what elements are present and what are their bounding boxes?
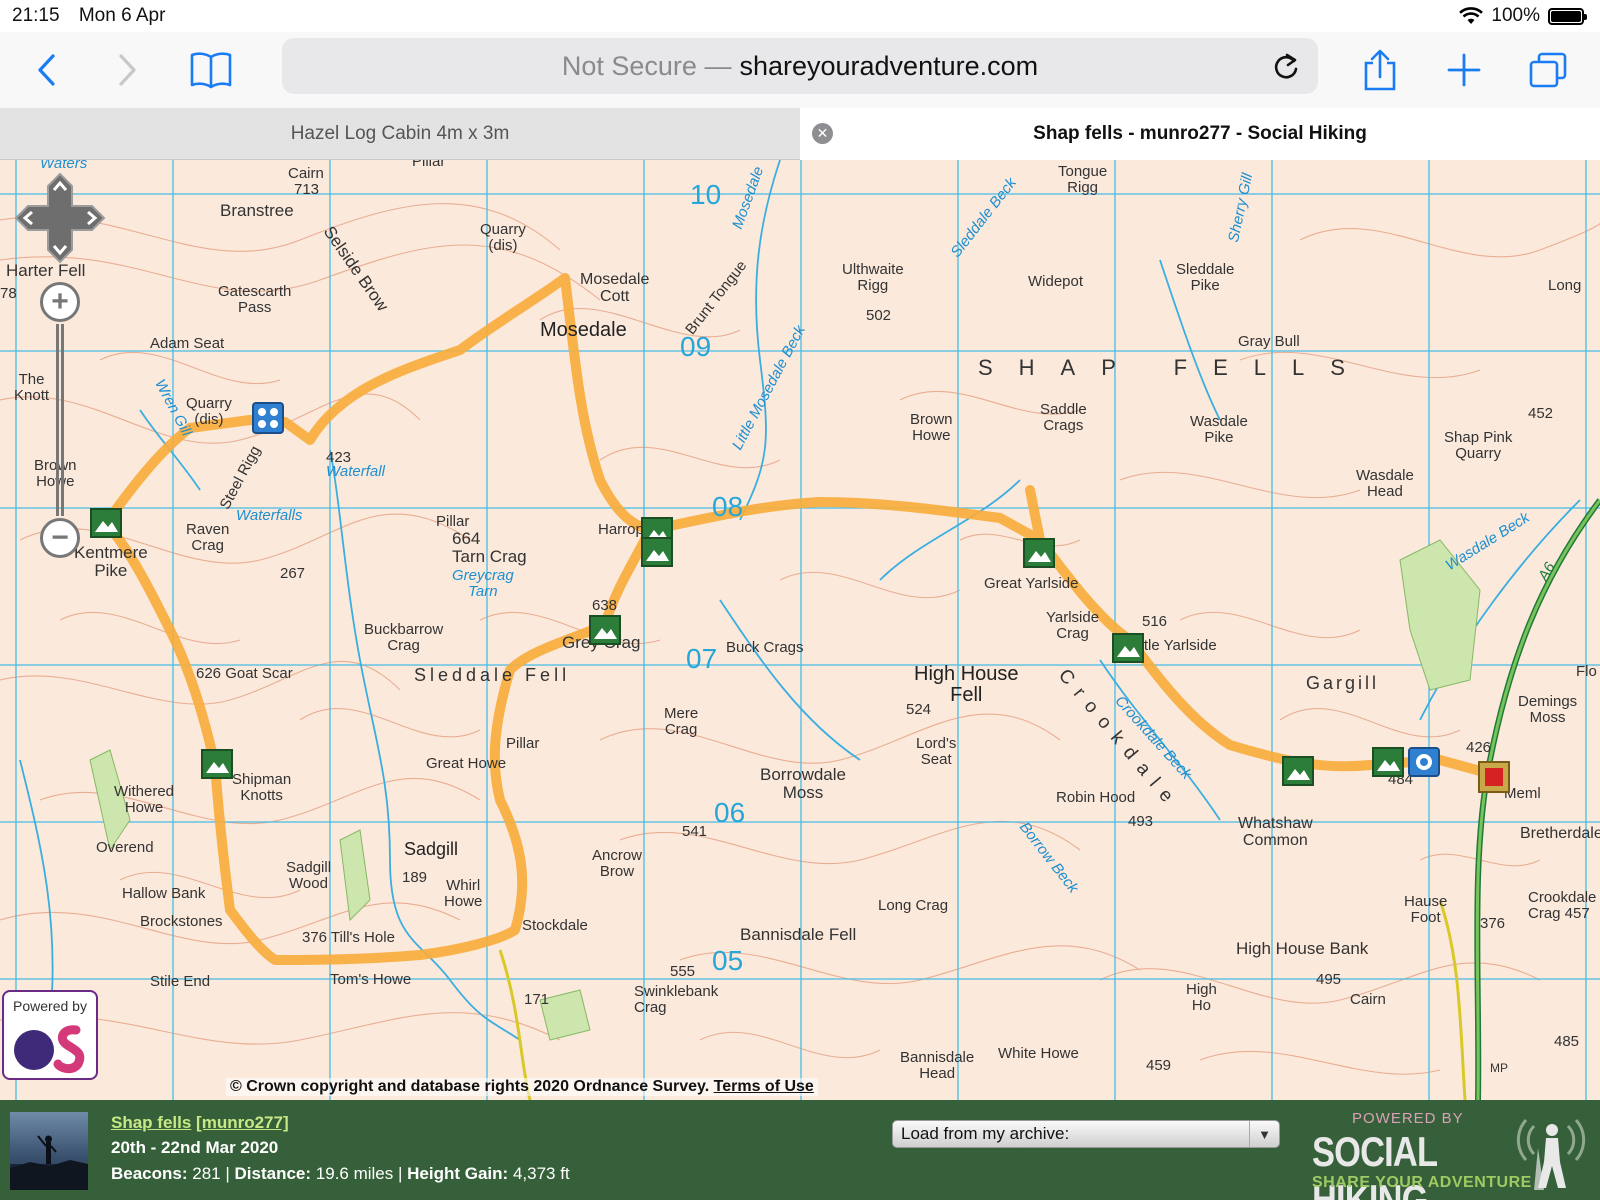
tab-hazel-log-cabin[interactable]: Hazel Log Cabin 4m x 3m bbox=[0, 108, 800, 160]
book-icon bbox=[190, 52, 232, 89]
trip-thumbnail[interactable] bbox=[10, 1112, 88, 1190]
not-secure-label: Not Secure — bbox=[561, 50, 732, 81]
battery-icon bbox=[1548, 7, 1587, 25]
trip-dates: 20th - 22nd Mar 2020 bbox=[111, 1138, 279, 1157]
beacon-marker[interactable] bbox=[201, 749, 233, 779]
zoom-out-button[interactable]: − bbox=[40, 518, 80, 558]
tab-shap-fells[interactable]: ✕ Shap fells - munro277 - Social Hiking bbox=[800, 108, 1600, 160]
copyright-text: © Crown copyright and database rights 20… bbox=[230, 1078, 710, 1095]
reload-button[interactable] bbox=[1266, 46, 1306, 86]
height-gain-value: 4,373 ft bbox=[512, 1164, 570, 1183]
map-copyright: © Crown copyright and database rights 20… bbox=[226, 1078, 818, 1096]
beacons-label: Beacons: bbox=[111, 1164, 188, 1183]
dropdown-arrow-icon: ▼ bbox=[1249, 1121, 1279, 1147]
beacon-marker[interactable] bbox=[1282, 756, 1314, 786]
zoom-in-button[interactable]: + bbox=[40, 282, 80, 322]
address-domain: shareyouradventure.com bbox=[739, 50, 1039, 81]
os-logo[interactable]: Powered by bbox=[2, 990, 98, 1080]
wifi-icon bbox=[1459, 7, 1484, 24]
beacons-value: 281 bbox=[192, 1164, 221, 1183]
logo-powered-by: POWERED BY bbox=[1352, 1110, 1464, 1127]
plus-icon: + bbox=[51, 285, 69, 318]
beacon-marker[interactable] bbox=[641, 537, 673, 567]
distance-value: 19.6 miles bbox=[315, 1164, 394, 1183]
beacon-marker[interactable] bbox=[90, 508, 122, 538]
battery-percent: 100% bbox=[1491, 5, 1540, 26]
archive-select-value: Load from my archive: bbox=[901, 1124, 1070, 1143]
beacon-marker[interactable] bbox=[1478, 761, 1510, 793]
logo-tagline: SHARE YOUR ADVENTURE bbox=[1312, 1174, 1532, 1191]
load-archive-select[interactable]: Load from my archive: ▼ bbox=[892, 1120, 1280, 1148]
zoom-slider[interactable] bbox=[56, 324, 64, 516]
tab-bar: Hazel Log Cabin 4m x 3m ✕ Shap fells - m… bbox=[0, 108, 1600, 160]
hiker-signal-icon bbox=[1516, 1119, 1586, 1190]
trip-stats: Beacons: 281 | Distance: 19.6 miles | He… bbox=[111, 1164, 570, 1183]
status-date: Mon 6 Apr bbox=[78, 5, 166, 26]
hiker-photo-icon bbox=[10, 1135, 88, 1190]
social-hiking-logo[interactable]: POWERED BY SOCIAL HIKING SHARE YOUR ADVE… bbox=[1310, 1108, 1590, 1200]
reload-icon bbox=[1274, 53, 1298, 79]
height-gain-label: Height Gain: bbox=[407, 1164, 509, 1183]
tabs-overview-button[interactable] bbox=[1518, 40, 1578, 100]
beacon-marker[interactable] bbox=[252, 402, 284, 434]
tab-title: Shap fells - munro277 - Social Hiking bbox=[1033, 123, 1367, 144]
status-time: 21:15 bbox=[12, 5, 60, 26]
close-icon: ✕ bbox=[816, 125, 829, 141]
trip-title: Shap fells [munro277] bbox=[111, 1113, 289, 1133]
back-button[interactable] bbox=[16, 40, 76, 100]
beacon-marker[interactable] bbox=[1372, 747, 1404, 777]
beacon-marker[interactable] bbox=[589, 615, 621, 645]
minus-icon: − bbox=[51, 521, 69, 554]
new-tab-button[interactable] bbox=[1434, 40, 1494, 100]
status-bar: 21:15 Mon 6 Apr 100% bbox=[0, 0, 1600, 32]
ordnance-survey-logo-icon bbox=[14, 1025, 85, 1074]
beacon-marker[interactable] bbox=[1112, 633, 1144, 663]
close-tab-button[interactable]: ✕ bbox=[812, 123, 833, 144]
chevron-left-icon bbox=[38, 54, 55, 86]
tab-title: Hazel Log Cabin 4m x 3m bbox=[290, 123, 510, 144]
beacon-layer bbox=[90, 402, 1510, 793]
os-map[interactable]: 10 09 08 07 06 05 Cairn 713 Branstree Qu… bbox=[0, 160, 1600, 1100]
chevron-right-icon bbox=[119, 54, 136, 86]
tabs-icon bbox=[1529, 52, 1567, 88]
beacon-marker[interactable] bbox=[1408, 747, 1440, 777]
distance-label: Distance: bbox=[234, 1164, 312, 1183]
plus-icon bbox=[1447, 53, 1481, 87]
share-icon bbox=[1364, 49, 1396, 91]
pan-arrows-icon bbox=[14, 172, 106, 264]
forward-button[interactable] bbox=[98, 40, 158, 100]
bookmarks-button[interactable] bbox=[181, 40, 241, 100]
trip-name-link[interactable]: Shap fells bbox=[111, 1113, 191, 1132]
trip-user-link[interactable]: [munro277] bbox=[196, 1113, 289, 1132]
beacon-marker[interactable] bbox=[1023, 538, 1055, 568]
share-button[interactable] bbox=[1350, 40, 1410, 100]
trip-footer: Shap fells [munro277] 20th - 22nd Mar 20… bbox=[0, 1100, 1600, 1200]
os-powered-label: Powered by bbox=[13, 998, 87, 1014]
map-pan-control[interactable] bbox=[14, 172, 106, 264]
terms-of-use-link[interactable]: Terms of Use bbox=[714, 1078, 814, 1095]
address-bar[interactable]: Not Secure — shareyouradventure.com bbox=[282, 38, 1318, 94]
browser-toolbar: Not Secure — shareyouradventure.com bbox=[0, 32, 1600, 108]
